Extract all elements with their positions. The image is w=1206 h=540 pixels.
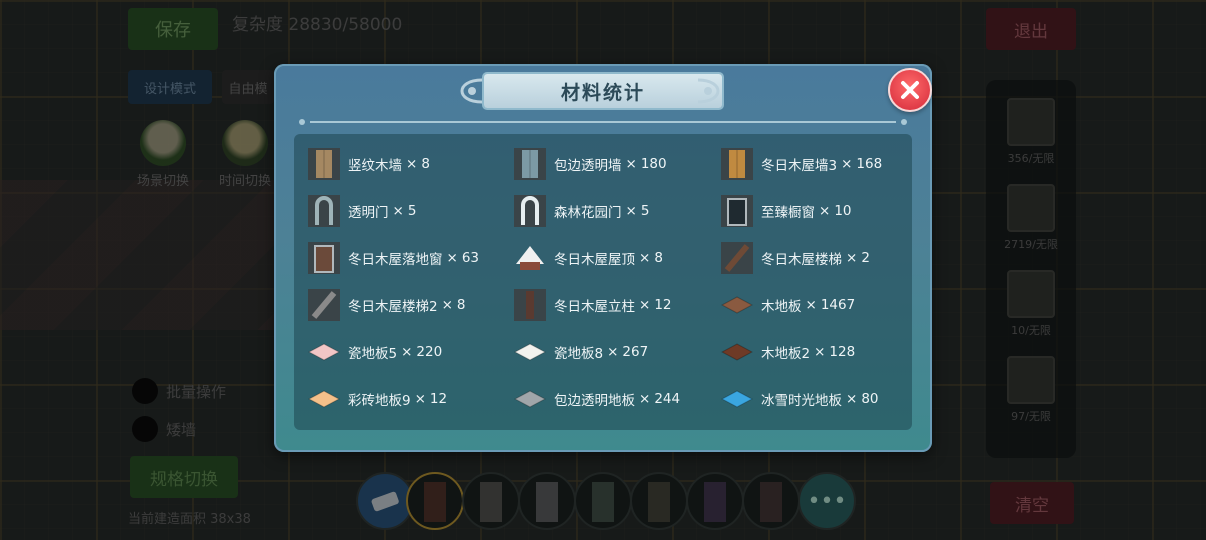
material-item: 至臻橱窗 × 10 bbox=[721, 191, 852, 231]
material-count: 12 bbox=[429, 391, 448, 407]
material-count: 220 bbox=[416, 344, 443, 360]
material-item: 木地板 × 1467 bbox=[720, 285, 856, 325]
times-sign: × bbox=[406, 156, 418, 172]
material-count: 10 bbox=[834, 203, 852, 219]
dialog-title-banner: 材料统计 bbox=[484, 74, 722, 108]
material-count: 5 bbox=[640, 203, 650, 219]
times-sign: × bbox=[392, 203, 404, 219]
times-sign: × bbox=[441, 297, 453, 313]
material-count: 180 bbox=[640, 156, 667, 172]
material-count: 8 bbox=[421, 156, 430, 172]
material-name: 彩砖地板9 bbox=[348, 393, 411, 409]
times-sign: × bbox=[841, 156, 853, 172]
material-name: 木地板 bbox=[761, 299, 802, 315]
material-item: 竖纹木墙 × 8 bbox=[308, 144, 430, 184]
color-brick-floor-icon bbox=[307, 383, 341, 415]
material-count: 1467 bbox=[820, 297, 856, 313]
material-item: 冬日木屋墙3 × 168 bbox=[721, 144, 882, 184]
material-name: 包边透明墙 bbox=[554, 158, 622, 174]
title-divider bbox=[299, 119, 907, 125]
material-item: 冬日木屋楼梯2 × 8 bbox=[308, 285, 466, 325]
showcase-window-icon bbox=[721, 195, 753, 227]
material-item: 透明门 × 5 bbox=[308, 191, 416, 231]
pillar-icon bbox=[514, 289, 546, 321]
roof-icon bbox=[514, 242, 546, 274]
material-item: 冬日木屋立柱 × 12 bbox=[514, 285, 672, 325]
times-sign: × bbox=[814, 344, 826, 360]
material-item: 木地板2 × 128 bbox=[720, 332, 856, 372]
stairs2-icon bbox=[308, 289, 340, 321]
material-count: 8 bbox=[654, 250, 663, 266]
times-sign: × bbox=[846, 391, 858, 407]
times-sign: × bbox=[414, 391, 426, 407]
material-count: 2 bbox=[861, 250, 870, 266]
material-count: 244 bbox=[654, 391, 681, 407]
material-count: 128 bbox=[829, 344, 856, 360]
tile-floor-icon bbox=[513, 336, 547, 368]
material-item: 冬日木屋落地窗 × 63 bbox=[308, 238, 479, 278]
glass-floor-icon bbox=[513, 383, 547, 415]
times-sign: × bbox=[607, 344, 619, 360]
glass-door-icon bbox=[308, 195, 340, 227]
material-item: 冬日木屋楼梯 × 2 bbox=[721, 238, 870, 278]
vertical-wood-wall-icon bbox=[308, 148, 340, 180]
material-count: 12 bbox=[654, 297, 672, 313]
close-x-icon bbox=[901, 81, 919, 99]
scroll-ornament-left-icon bbox=[460, 78, 483, 104]
tile-floor-icon bbox=[307, 336, 341, 368]
material-name: 冬日木屋墙3 bbox=[761, 158, 838, 174]
dialog-title: 材料统计 bbox=[560, 81, 645, 104]
times-sign: × bbox=[819, 203, 831, 219]
scroll-ornament-right-icon bbox=[697, 78, 720, 104]
material-item: 冬日木屋屋顶 × 8 bbox=[514, 238, 663, 278]
material-name: 瓷地板8 bbox=[554, 346, 604, 362]
material-item: 彩砖地板9 × 12 bbox=[307, 379, 448, 419]
material-list: 竖纹木墙 × 8 包边透明墙 × 180 冬日木屋墙3 × 168 透明门 × 5 森林花园门 × 5 至臻橱… bbox=[294, 134, 912, 430]
material-name: 冰雪时光地板 bbox=[761, 393, 842, 409]
garden-door-icon bbox=[514, 195, 546, 227]
material-name: 冬日木屋楼梯2 bbox=[348, 299, 438, 315]
material-item: 森林花园门 × 5 bbox=[514, 191, 649, 231]
material-count: 8 bbox=[456, 297, 466, 313]
times-sign: × bbox=[639, 297, 651, 313]
material-item: 包边透明墙 × 180 bbox=[514, 144, 667, 184]
material-count: 267 bbox=[622, 344, 649, 360]
close-button[interactable] bbox=[888, 68, 932, 112]
times-sign: × bbox=[805, 297, 817, 313]
material-stats-dialog: 材料统计 竖纹木墙 × 8 包边透明墙 × 180 冬日木屋墙3 × 168 透明门 × 5 森林花园门… bbox=[274, 64, 932, 452]
times-sign: × bbox=[446, 250, 458, 266]
material-name: 瓷地板5 bbox=[348, 346, 398, 362]
french-window-icon bbox=[308, 242, 340, 274]
material-name: 冬日木屋落地窗 bbox=[348, 252, 443, 268]
material-item: 包边透明地板 × 244 bbox=[513, 379, 681, 419]
times-sign: × bbox=[401, 344, 413, 360]
material-count: 80 bbox=[861, 391, 879, 407]
wood-floor-icon bbox=[720, 336, 754, 368]
wood-floor-icon bbox=[720, 289, 754, 321]
glass-wall-icon bbox=[514, 148, 546, 180]
material-name: 至臻橱窗 bbox=[761, 205, 815, 221]
material-count: 168 bbox=[856, 156, 883, 172]
material-name: 森林花园门 bbox=[554, 205, 622, 221]
material-name: 冬日木屋屋顶 bbox=[554, 252, 635, 268]
times-sign: × bbox=[625, 203, 637, 219]
material-count: 63 bbox=[461, 250, 479, 266]
material-name: 木地板2 bbox=[761, 346, 811, 362]
times-sign: × bbox=[639, 250, 651, 266]
times-sign: × bbox=[846, 250, 858, 266]
material-count: 5 bbox=[407, 203, 417, 219]
cabin-wall-icon bbox=[721, 148, 753, 180]
ice-floor-icon bbox=[720, 383, 754, 415]
material-name: 包边透明地板 bbox=[554, 393, 635, 409]
material-name: 冬日木屋楼梯 bbox=[761, 252, 842, 268]
stairs-icon bbox=[721, 242, 753, 274]
material-item: 瓷地板5 × 220 bbox=[307, 332, 443, 372]
material-item: 瓷地板8 × 267 bbox=[513, 332, 649, 372]
times-sign: × bbox=[625, 156, 637, 172]
material-name: 冬日木屋立柱 bbox=[554, 299, 635, 315]
material-name: 竖纹木墙 bbox=[348, 158, 402, 174]
times-sign: × bbox=[639, 391, 651, 407]
material-name: 透明门 bbox=[348, 205, 389, 221]
material-item: 冰雪时光地板 × 80 bbox=[720, 379, 879, 419]
